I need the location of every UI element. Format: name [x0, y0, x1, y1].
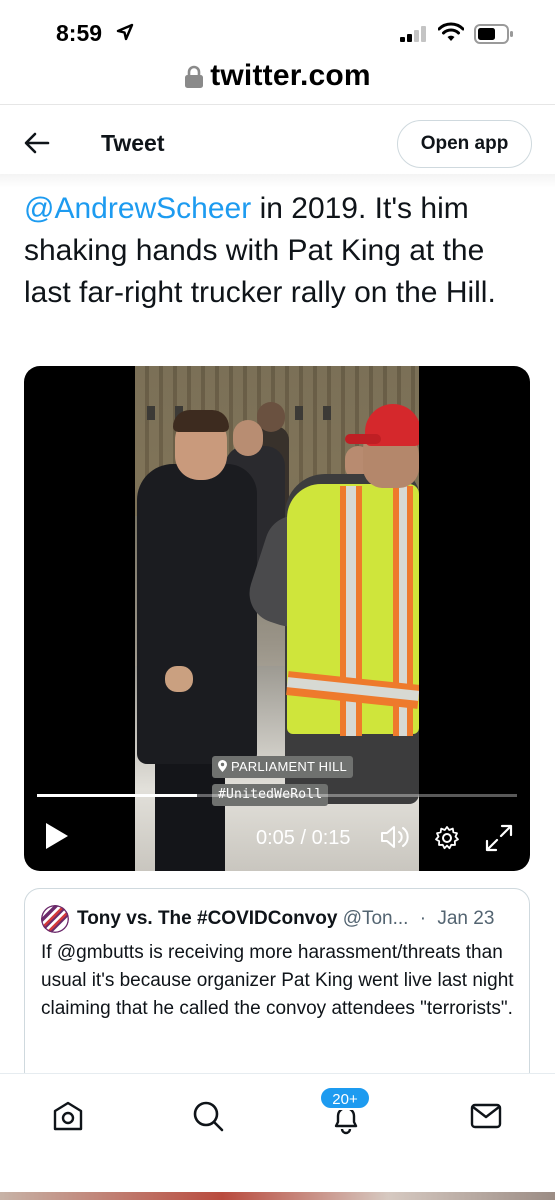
volume-icon[interactable]	[380, 823, 412, 851]
back-arrow-icon[interactable]	[24, 131, 50, 155]
video-progress-fill	[37, 794, 197, 797]
status-bar: 8:59	[0, 0, 555, 60]
tweet-header: Tweet Open app	[0, 105, 555, 179]
tweet-text: @AndrewScheer in 2019. It's him shaking …	[24, 188, 534, 314]
bottom-edge-strip	[0, 1192, 555, 1200]
open-app-button[interactable]: Open app	[397, 120, 532, 168]
separator-dot: ·	[419, 908, 427, 929]
video-player[interactable]: PARLIAMENT HILL #UnitedWeRoll 0:05 / 0:1…	[24, 366, 530, 871]
location-sticker: PARLIAMENT HILL	[212, 756, 353, 778]
notification-badge: 20+	[319, 1086, 371, 1110]
scrolled-text-fade	[0, 174, 555, 188]
status-time: 8:59	[56, 20, 103, 46]
quoted-author-name: Tony vs. The #COVIDConvoy	[77, 908, 338, 929]
quoted-tweet-text: If @gmbutts is receiving more harassment…	[41, 942, 514, 1019]
location-pin-icon	[218, 760, 227, 772]
battery-icon	[474, 24, 513, 44]
avatar	[41, 905, 69, 933]
quoted-tweet-header: Tony vs. The #COVIDConvoy @Ton... · Jan …	[77, 908, 517, 930]
mention-link[interactable]: @AndrewScheer	[24, 192, 251, 225]
location-arrow-icon	[116, 23, 134, 41]
wifi-icon	[438, 22, 464, 41]
lock-icon	[185, 65, 204, 88]
video-progress-bar[interactable]	[37, 794, 517, 797]
quoted-author-handle: @Ton...	[342, 908, 409, 929]
quoted-tweet-date: Jan 23	[437, 908, 495, 929]
page-title: Tweet	[101, 130, 165, 156]
search-icon[interactable]	[188, 1096, 228, 1136]
location-sticker-text: PARLIAMENT HILL	[231, 759, 347, 774]
url-domain: twitter.com	[210, 59, 371, 92]
person-in-coat	[137, 464, 257, 764]
expand-icon[interactable]	[484, 823, 514, 853]
home-icon[interactable]	[48, 1096, 88, 1136]
play-icon[interactable]	[44, 821, 70, 851]
messages-icon[interactable]	[466, 1096, 506, 1136]
video-time: 0:05 / 0:15	[256, 827, 351, 849]
quoted-tweet[interactable]: Tony vs. The #COVIDConvoy @Ton... · Jan …	[24, 888, 530, 1088]
settings-gear-icon[interactable]	[434, 825, 460, 851]
signal-icon	[400, 26, 426, 42]
bottom-navigation: 20+	[0, 1073, 555, 1200]
url-bar[interactable]: twitter.com	[0, 56, 555, 96]
